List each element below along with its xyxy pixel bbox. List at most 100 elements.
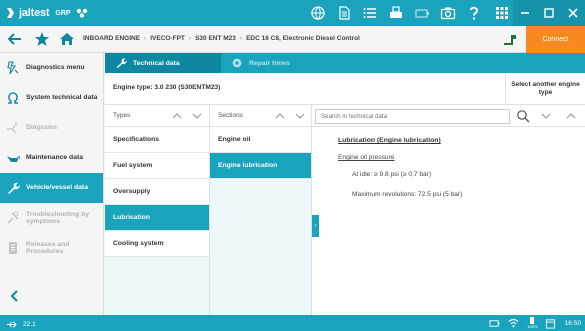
diagnostics-icon xyxy=(6,61,20,75)
tab-label: Technical data xyxy=(133,59,180,67)
panel-split-handle[interactable]: ‹ xyxy=(312,215,319,237)
sections-list: Engine oil Engine lubrication xyxy=(210,127,312,315)
list-icon[interactable] xyxy=(362,5,378,21)
sections-header-label: Sections xyxy=(218,112,243,119)
close-icon xyxy=(568,8,578,18)
search-input[interactable] xyxy=(316,110,509,123)
minimize-button[interactable] xyxy=(513,0,537,26)
technical-data-content: Lubrication (Engine lubrication) Engine … xyxy=(312,127,585,315)
battery-level: 100% xyxy=(527,317,537,329)
list-item-oversupply[interactable]: Oversupply xyxy=(105,179,209,205)
globe-icon[interactable] xyxy=(310,5,326,21)
back-button[interactable] xyxy=(6,30,24,48)
list-item-cooling-system[interactable]: Cooling system xyxy=(105,231,209,257)
sidebar-item-label: Releases and Procedures xyxy=(26,240,70,256)
breadcrumb-item[interactable]: INBOARD ENGINE xyxy=(83,35,140,42)
content-subtitle: Engine oil pressure xyxy=(338,154,395,161)
list-item-engine-lubrication[interactable]: Engine lubrication xyxy=(210,153,311,179)
sidebar: Diagnostics menu System technical data D… xyxy=(0,53,104,315)
breadcrumb-separator: › xyxy=(239,35,243,42)
main-panel: Technical data Repair times Engine type:… xyxy=(105,53,585,315)
maximize-icon xyxy=(544,8,554,18)
maximize-button[interactable] xyxy=(537,0,561,26)
apps-grid-icon[interactable] xyxy=(494,5,510,21)
sidebar-item-troubleshooting[interactable]: Troubleshooting by symptoms xyxy=(0,203,103,233)
wrench-icon xyxy=(116,58,127,69)
logo-mark-icon xyxy=(7,8,14,18)
calendar-icon[interactable] xyxy=(545,318,556,329)
chevron-up-icon[interactable] xyxy=(274,110,286,122)
chevron-up-icon[interactable] xyxy=(565,110,577,122)
chevron-left-icon: ‹ xyxy=(314,223,317,229)
usb-icon xyxy=(6,321,17,328)
types-header-label: Types xyxy=(113,112,131,119)
home-icon xyxy=(60,33,74,45)
print-icon[interactable] xyxy=(388,5,404,21)
camera-icon[interactable] xyxy=(440,5,456,21)
sidebar-item-label: Vehicle/vessel data xyxy=(26,184,88,192)
list-item-lubrication[interactable]: Lubrication xyxy=(105,205,209,231)
breadcrumb-item[interactable]: IVECO-FPT xyxy=(150,35,185,42)
gear-icon xyxy=(232,58,242,68)
engine-type-label: Engine type: 3.0 230 (S30ENTM23) xyxy=(113,84,221,91)
favorites-button[interactable] xyxy=(33,30,51,48)
chevron-down-icon[interactable] xyxy=(540,110,552,122)
tab-label: Repair times xyxy=(249,59,290,67)
oil-can-icon xyxy=(6,151,20,165)
star-icon xyxy=(35,32,49,46)
document-icon[interactable] xyxy=(336,5,352,21)
troubleshooting-icon xyxy=(6,211,20,225)
chevron-down-icon[interactable] xyxy=(191,110,203,122)
list-item-fuel-system[interactable]: Fuel system xyxy=(105,153,209,179)
list-item-specifications[interactable]: Specifications xyxy=(105,127,209,153)
content-line: At idle: ≥ 9.8 psi (≥ 0,7 bar) xyxy=(352,171,432,178)
connect-button[interactable]: Connect xyxy=(526,26,585,53)
sidebar-item-maintenance-data[interactable]: Maintenance data xyxy=(0,143,103,173)
sidebar-item-vehicle-vessel-data[interactable]: Vehicle/vessel data xyxy=(0,173,103,203)
chevron-up-icon[interactable] xyxy=(171,110,183,122)
window-controls xyxy=(513,0,585,26)
sidebar-item-system-technical-data[interactable]: System technical data xyxy=(0,83,103,113)
content-line: Maximum revolutions: 72.5 psi (5 bar) xyxy=(352,191,463,198)
sidebar-item-diagrams[interactable]: Diagrams xyxy=(0,113,103,143)
sidebar-item-label: Troubleshooting by symptoms xyxy=(26,210,90,226)
clock: 16:50 xyxy=(564,319,581,327)
sidebar-item-diagnostics-menu[interactable]: Diagnostics menu xyxy=(0,53,103,83)
status-bar: 22.1 100% 16:50 xyxy=(0,315,585,331)
chevron-down-icon[interactable] xyxy=(294,110,306,122)
close-button[interactable] xyxy=(561,0,585,26)
sidebar-item-releases[interactable]: Releases and Procedures xyxy=(0,233,103,263)
collapse-sidebar-icon[interactable] xyxy=(8,289,22,303)
omega-icon xyxy=(6,91,20,105)
arrow-left-icon xyxy=(7,33,21,45)
jaltest-logo: jaltest GRP xyxy=(6,6,89,20)
releases-icon xyxy=(6,241,20,255)
types-header: Types xyxy=(105,105,210,127)
sidebar-item-label: Diagnostics menu xyxy=(26,64,85,72)
sidebar-item-label: System technical data xyxy=(26,94,98,102)
battery-percent: 100% xyxy=(527,324,538,329)
engine-type-row: Engine type: 3.0 230 (S30ENTM23) Select … xyxy=(105,73,585,105)
logo-sub: GRP xyxy=(55,9,71,17)
search-icon[interactable] xyxy=(516,109,530,123)
help-icon[interactable] xyxy=(466,5,482,21)
breadcrumb-item[interactable]: S30 ENT M23 xyxy=(195,35,236,42)
breadcrumb: INBOARD ENGINE › IVECO-FPT › S30 ENT M23… xyxy=(83,35,360,42)
battery-icon xyxy=(414,5,430,21)
home-button[interactable] xyxy=(58,30,76,48)
tab-repair-times[interactable]: Repair times xyxy=(221,53,300,73)
group-icon xyxy=(76,8,87,18)
breadcrumb-separator: › xyxy=(188,35,192,42)
sections-header: Sections xyxy=(210,105,312,127)
content-title: Lubrication (Engine lubrication) xyxy=(338,137,441,144)
breadcrumb-item[interactable]: EDC 16 C8, Electronic Diesel Control xyxy=(246,35,360,42)
minimize-icon xyxy=(521,12,529,14)
sidebar-item-label: Diagrams xyxy=(26,124,57,132)
battery-status-icon xyxy=(489,319,500,327)
select-another-engine-button[interactable]: Select another engine type xyxy=(505,73,585,105)
tab-technical-data[interactable]: Technical data xyxy=(105,53,221,73)
list-item-engine-oil[interactable]: Engine oil xyxy=(210,127,311,153)
types-list: Specifications Fuel system Oversupply Lu… xyxy=(105,127,210,315)
tab-bar: Technical data Repair times xyxy=(105,53,585,73)
sidebar-item-label: Maintenance data xyxy=(26,154,84,162)
